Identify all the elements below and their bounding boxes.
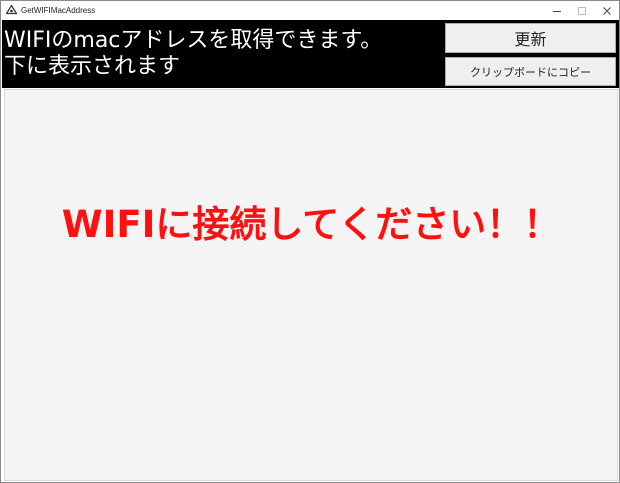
window-title: GetWIFIMacAddress (21, 6, 96, 15)
close-icon[interactable] (594, 1, 619, 20)
instruction-message: WIFIのmacアドレスを取得できます。 下に表示されます (4, 28, 382, 80)
header-panel: WIFIのmacアドレスを取得できます。 下に表示されます 更新 クリップボード… (2, 20, 619, 88)
refresh-button[interactable]: 更新 (445, 23, 616, 53)
copy-to-clipboard-button[interactable]: クリップボードにコピー (445, 57, 616, 86)
maximize-icon[interactable] (569, 1, 594, 20)
instruction-line-1: WIFIのmacアドレスを取得できます。 (4, 28, 383, 53)
wifi-status-message: WIFIに接続してください！！ (61, 203, 561, 246)
app-window: GetWIFIMacAddress WIFIのmacアドレスを取得できます。 下… (0, 0, 620, 483)
app-icon (5, 5, 17, 17)
window-controls (544, 1, 619, 20)
mac-address-display: WIFIに接続してください！！ (4, 89, 618, 481)
instruction-line-2: 下に表示されます (4, 54, 181, 79)
title-bar[interactable]: GetWIFIMacAddress (1, 1, 619, 20)
minimize-icon[interactable] (544, 1, 569, 20)
